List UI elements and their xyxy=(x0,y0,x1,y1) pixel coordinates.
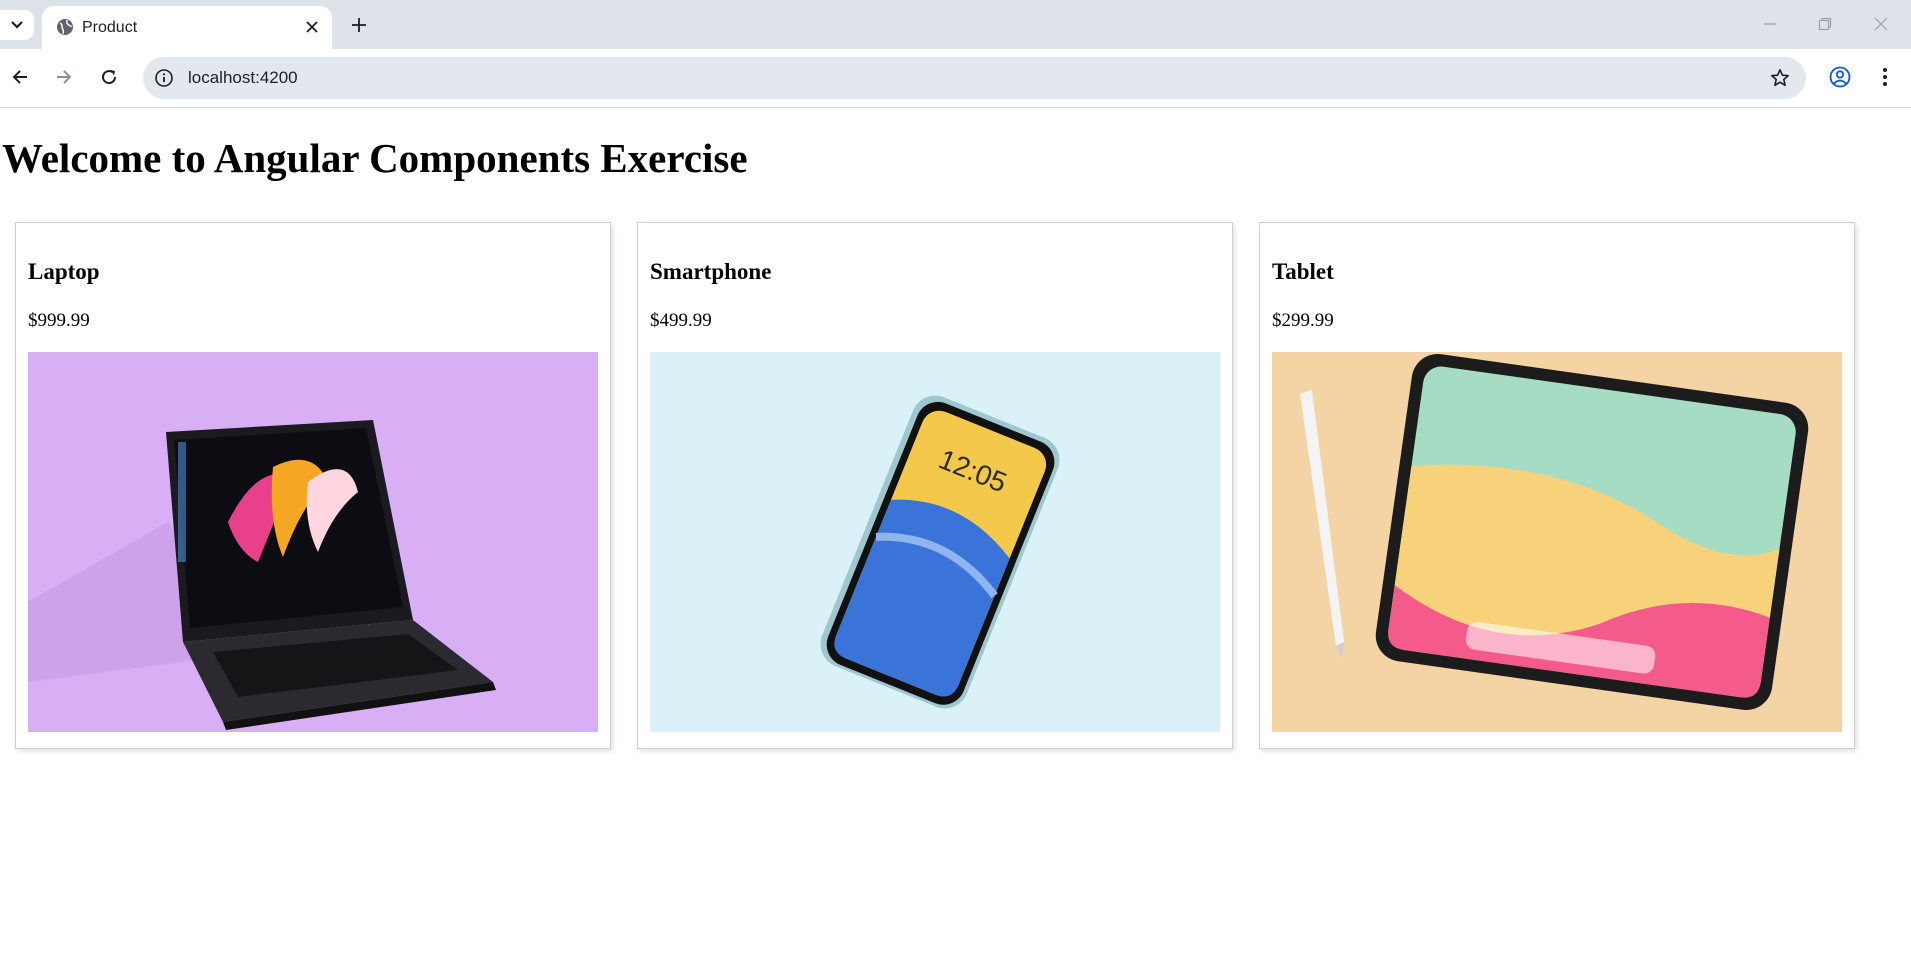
globe-icon xyxy=(56,18,74,41)
menu-button[interactable] xyxy=(1869,61,1901,93)
tablet-image xyxy=(1272,352,1842,732)
browser-toolbar: localhost:4200 xyxy=(0,49,1911,108)
tab-search-button[interactable] xyxy=(0,10,34,40)
product-price: $499.99 xyxy=(650,310,712,331)
profile-icon xyxy=(1829,66,1851,88)
chevron-down-icon xyxy=(11,21,23,29)
arrow-left-icon xyxy=(12,70,27,84)
close-window-icon xyxy=(1874,17,1888,31)
profile-button[interactable] xyxy=(1824,61,1856,93)
back-button[interactable] xyxy=(4,61,36,93)
close-window-button[interactable] xyxy=(1869,12,1893,36)
product-name: Tablet xyxy=(1272,259,1334,284)
star-icon[interactable] xyxy=(1768,66,1792,90)
url-text[interactable]: localhost:4200 xyxy=(188,68,298,88)
product-price: $999.99 xyxy=(28,310,90,331)
product-price: $299.99 xyxy=(1272,310,1334,331)
kebab-menu-icon xyxy=(1883,68,1887,86)
product-name: Smartphone xyxy=(650,259,772,284)
tab-product[interactable]: Product xyxy=(42,6,332,49)
reload-button[interactable] xyxy=(93,61,125,93)
tab-title: Product xyxy=(82,19,138,36)
close-icon[interactable] xyxy=(302,17,322,37)
product-name: Laptop xyxy=(28,259,100,284)
info-icon[interactable] xyxy=(153,67,175,89)
minimize-button[interactable] xyxy=(1758,12,1782,36)
forward-button[interactable] xyxy=(48,61,80,93)
restore-icon xyxy=(1818,17,1832,31)
plus-icon xyxy=(352,18,366,32)
address-bar[interactable]: localhost:4200 xyxy=(143,57,1806,99)
minimize-icon xyxy=(1764,23,1776,25)
arrow-right-icon xyxy=(57,70,72,84)
smartphone-image: 12:05 xyxy=(650,352,1220,732)
product-card-laptop: Laptop $999.99 xyxy=(15,222,611,749)
tab-strip: Product xyxy=(0,0,1911,49)
page-heading: Welcome to Angular Components Exercise xyxy=(2,135,748,181)
laptop-image xyxy=(28,352,598,732)
product-card-tablet: Tablet $299.99 xyxy=(1259,222,1855,749)
product-card-smartphone: Smartphone $499.99 12:05 xyxy=(637,222,1233,749)
reload-icon xyxy=(102,70,117,85)
restore-button[interactable] xyxy=(1813,12,1837,36)
new-tab-button[interactable] xyxy=(346,12,372,38)
